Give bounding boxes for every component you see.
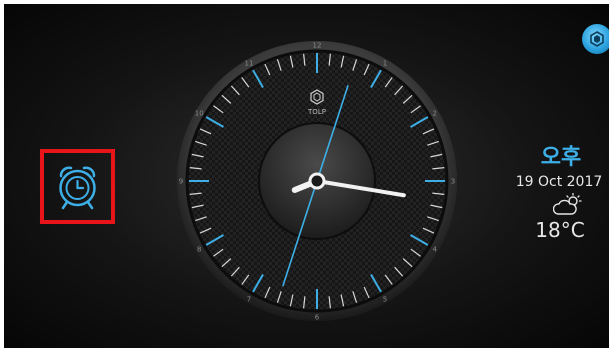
clock-number: 7 [247, 295, 251, 303]
clock-number: 3 [451, 178, 455, 186]
partly-cloudy-icon [553, 193, 582, 215]
clock-number: 11 [245, 60, 254, 68]
clock-screen: 12 1 2 3 4 5 6 7 8 9 10 11 TOLP 오후 19 Oct 2017 18°C [4, 4, 609, 348]
clock-number: 12 [313, 42, 322, 50]
clock-pivot [308, 172, 326, 190]
analog-clock: 121234567891011 TOLP [177, 41, 457, 322]
ampm-label: 오후 [540, 145, 582, 170]
alarm-button[interactable] [40, 149, 115, 224]
hexagon-logo-icon [590, 31, 604, 47]
clock-number: 4 [433, 246, 438, 254]
clock-number: 5 [383, 295, 387, 303]
clock-brand: TOLP [307, 108, 326, 116]
clock-number: 6 [315, 314, 320, 322]
temperature-label: 18°C [535, 218, 585, 242]
clock-number: 8 [197, 246, 201, 254]
clock-number: 1 [383, 60, 387, 68]
hexagon-logo-button[interactable] [582, 24, 609, 54]
date-label: 19 Oct 2017 [515, 174, 603, 190]
clock-number: 9 [179, 178, 183, 186]
clock-number: 10 [195, 110, 204, 118]
alarm-clock-icon [59, 166, 96, 210]
clock-number: 2 [433, 110, 437, 118]
